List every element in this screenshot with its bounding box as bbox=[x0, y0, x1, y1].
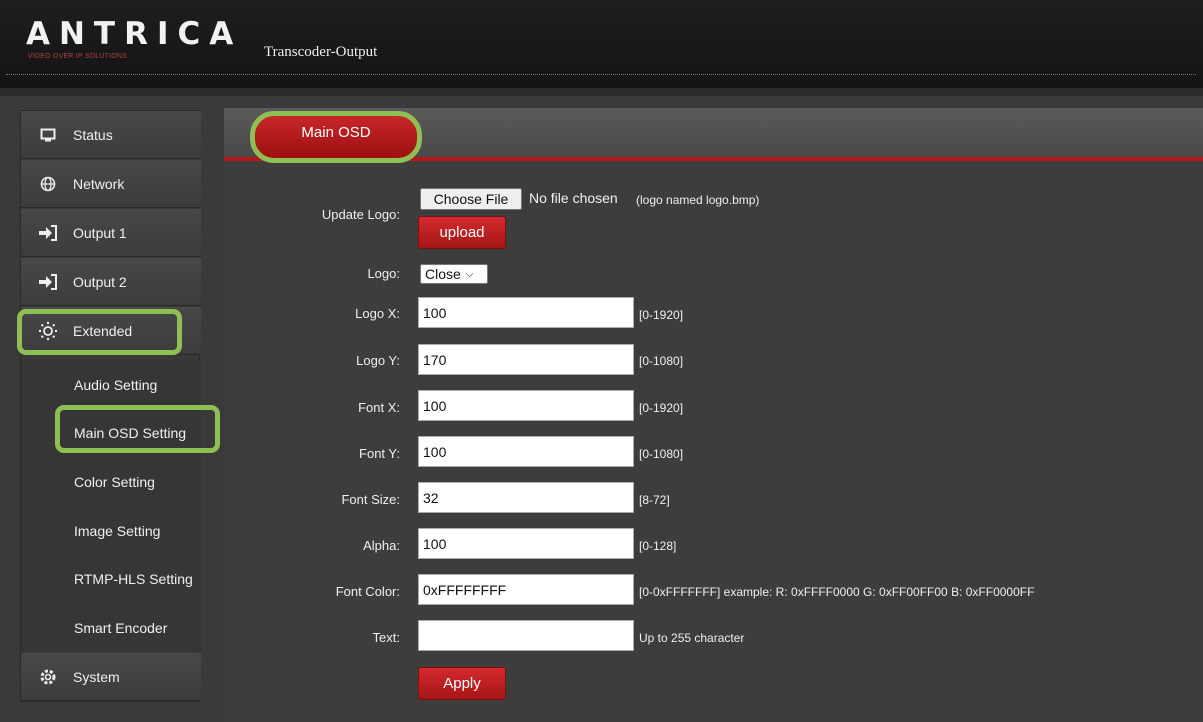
upload-button[interactable]: upload bbox=[418, 216, 506, 249]
logo-y-range: [0-1080] bbox=[639, 354, 684, 368]
sidebar-item-network[interactable]: Network bbox=[21, 160, 201, 208]
apply-button[interactable]: Apply bbox=[418, 667, 506, 700]
globe-icon bbox=[37, 176, 59, 192]
logo-y-input[interactable] bbox=[418, 344, 634, 375]
sidebar-item-label: Network bbox=[73, 175, 125, 192]
font-x-label: Font X: bbox=[358, 400, 400, 415]
alpha-range: [0-128] bbox=[639, 539, 677, 553]
antrica-logo[interactable]: ANTRICA VIDEO OVER IP SOLUTIONS bbox=[26, 16, 233, 64]
sidebar-item-label: Output 2 bbox=[73, 273, 127, 290]
sidebar-item-status[interactable]: Status bbox=[21, 111, 201, 159]
sidebar-subitem-smart-encoder[interactable]: Smart Encoder bbox=[21, 604, 201, 652]
sidebar-item-label: Status bbox=[73, 126, 113, 143]
logo-x-input[interactable] bbox=[418, 297, 634, 328]
sidebar-subitem-label: Smart Encoder bbox=[74, 620, 168, 636]
sidebar-subitem-label: Main OSD Setting bbox=[74, 425, 187, 441]
sidebar-subitem-audio-setting[interactable]: Audio Setting bbox=[21, 361, 201, 409]
file-status: No file chosen bbox=[529, 190, 618, 206]
sidebar-subitem-label: RTMP-HLS Setting bbox=[74, 571, 193, 587]
sidebar-item-label: Output 1 bbox=[73, 224, 127, 241]
sun-icon bbox=[37, 321, 59, 341]
alpha-input[interactable] bbox=[418, 528, 634, 559]
font-size-input[interactable] bbox=[418, 482, 634, 513]
choose-file-button[interactable]: Choose File bbox=[420, 188, 522, 210]
sidebar-subitem-rtmp-hls-setting[interactable]: RTMP-HLS Setting bbox=[21, 555, 201, 603]
sidebar-subitem-label: Color Setting bbox=[74, 474, 155, 490]
header-divider bbox=[0, 88, 1203, 96]
sidebar-subitem-label: Image Setting bbox=[74, 523, 161, 539]
font-y-label: Font Y: bbox=[359, 446, 400, 461]
text-label: Text: bbox=[372, 630, 400, 645]
text-limit-hint: Up to 255 character bbox=[639, 631, 745, 645]
main-panel: Main OSD Update Logo: Choose File No fil… bbox=[224, 108, 1203, 722]
chevron-down-icon: ⌵ bbox=[465, 268, 474, 280]
sidebar-subitem-color-setting[interactable]: Color Setting bbox=[21, 458, 201, 506]
sign-in-icon bbox=[37, 273, 59, 290]
sidebar-item-output-1[interactable]: Output 1 bbox=[21, 209, 201, 257]
font-color-label: Font Color: bbox=[335, 584, 400, 599]
sidebar-item-extended[interactable]: Extended bbox=[21, 307, 201, 355]
logo-x-range: [0-1920] bbox=[639, 308, 684, 322]
logo-y-label: Logo Y: bbox=[356, 353, 400, 368]
sidebar-subitem-main-osd-setting[interactable]: Main OSD Setting bbox=[21, 409, 201, 457]
sidebar-subitem-image-setting[interactable]: Image Setting bbox=[21, 507, 201, 555]
update-logo-label: Update Logo: bbox=[321, 207, 400, 222]
sidebar-item-label: Extended bbox=[73, 322, 133, 339]
sign-in-icon bbox=[37, 224, 59, 241]
sidebar-item-label: System bbox=[73, 668, 120, 685]
sidebar-item-output-2[interactable]: Output 2 bbox=[21, 258, 201, 306]
page-title: Transcoder-Output bbox=[264, 44, 378, 60]
header: ANTRICA VIDEO OVER IP SOLUTIONS Transcod… bbox=[0, 0, 1203, 88]
font-y-input[interactable] bbox=[418, 436, 634, 467]
logo-file-hint: (logo named logo.bmp) bbox=[636, 193, 760, 207]
monitor-icon bbox=[37, 128, 59, 142]
font-y-range: [0-1080] bbox=[639, 447, 684, 461]
font-x-range: [0-1920] bbox=[639, 401, 684, 415]
font-size-label: Font Size: bbox=[341, 492, 400, 507]
sidebar-item-system[interactable]: System bbox=[21, 653, 201, 701]
header-dotted-divider bbox=[6, 74, 1196, 75]
sidebar-subitem-label: Audio Setting bbox=[74, 377, 158, 393]
logo-label: Logo: bbox=[367, 266, 400, 281]
logo-tagline: VIDEO OVER IP SOLUTIONS bbox=[28, 53, 127, 60]
logo-text: ANTRICA bbox=[26, 16, 243, 52]
font-color-input[interactable] bbox=[418, 574, 634, 605]
gear-icon bbox=[37, 668, 59, 686]
logo-x-label: Logo X: bbox=[355, 306, 400, 321]
font-x-input[interactable] bbox=[418, 390, 634, 421]
alpha-label: Alpha: bbox=[363, 538, 400, 553]
tab-main-osd[interactable]: Main OSD bbox=[250, 111, 422, 163]
sidebar-nav: Status Network Output 1 Output 2 Extende… bbox=[20, 110, 201, 702]
logo-select[interactable]: Close ⌵ bbox=[420, 264, 488, 284]
text-input[interactable] bbox=[418, 620, 634, 651]
logo-select-value: Close bbox=[425, 266, 461, 282]
font-color-range: [0-0xFFFFFFF] example: R: 0xFFFF0000 G: … bbox=[639, 585, 1035, 599]
font-size-range: [8-72] bbox=[639, 493, 670, 507]
